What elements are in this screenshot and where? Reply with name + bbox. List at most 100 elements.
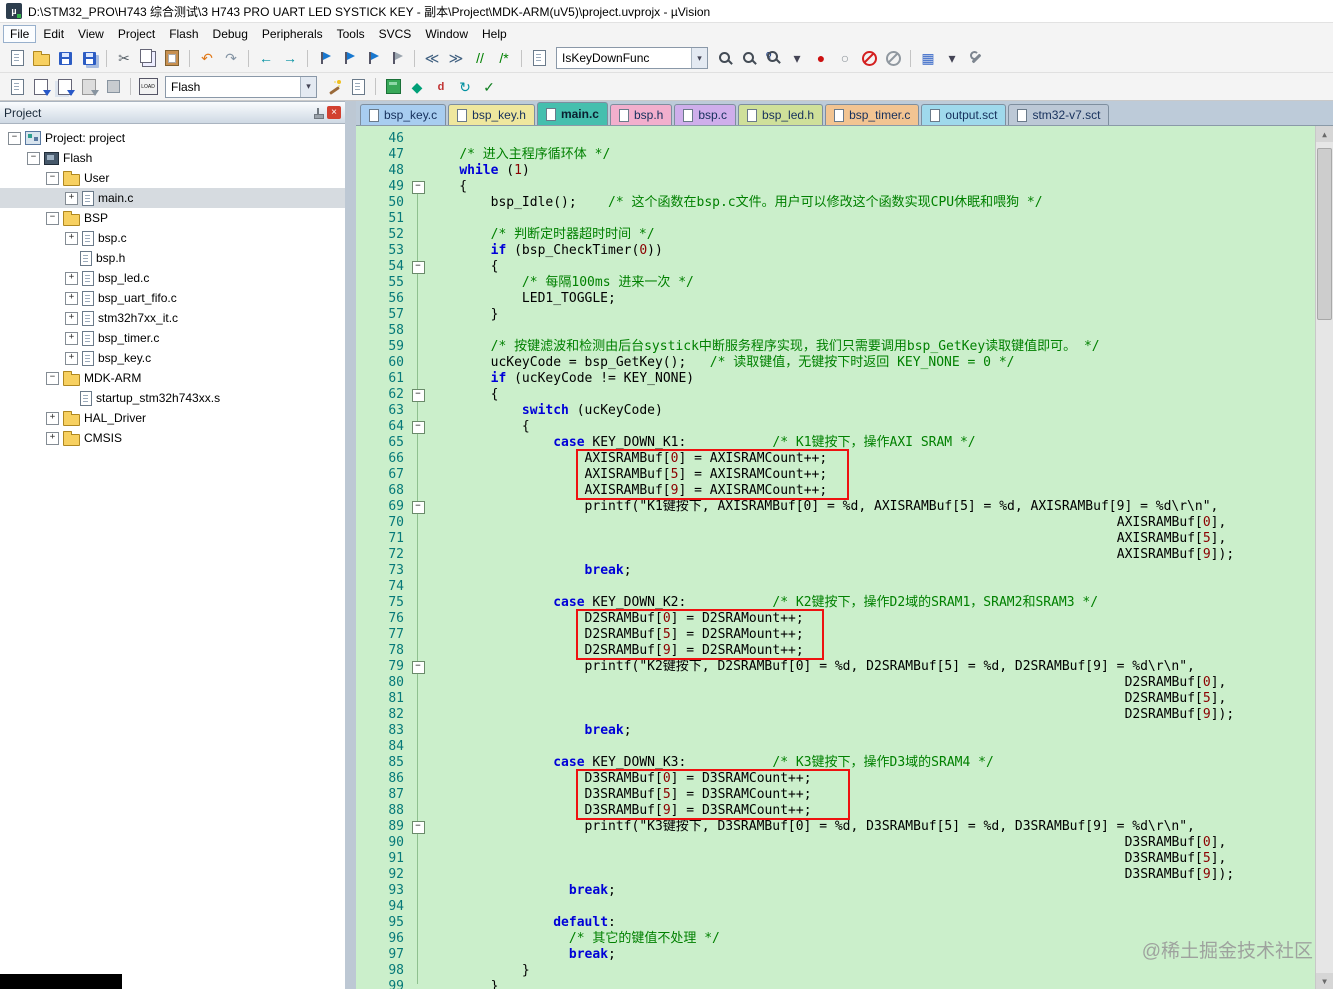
function-navigator-combobox[interactable]: IsKeyDownFunc ▾ <box>556 47 708 69</box>
find-in-files-icon[interactable] <box>714 48 736 68</box>
menu-help[interactable]: Help <box>475 25 514 43</box>
tree-item-mdk-arm[interactable]: − MDK-ARM <box>0 368 345 388</box>
new-file-icon[interactable] <box>6 48 28 68</box>
bookmark-prev-icon[interactable] <box>338 48 360 68</box>
dropdown-arrow-icon[interactable]: ▾ <box>300 76 316 97</box>
cut-icon[interactable]: ✂ <box>113 48 135 68</box>
fold-collapse-icon[interactable]: − <box>411 660 425 674</box>
expand-icon[interactable]: + <box>46 411 59 425</box>
tab-bsp-h[interactable]: bsp.h <box>609 104 673 125</box>
tree-item-bsp-h[interactable]: bsp.h <box>0 248 345 268</box>
expand-icon[interactable]: + <box>65 351 78 365</box>
tree-item-bsp-c[interactable]: + bsp.c <box>0 228 345 248</box>
menu-svcs[interactable]: SVCS <box>372 25 419 43</box>
file-extensions-icon[interactable] <box>347 77 369 97</box>
tree-item-bsp-key-c[interactable]: + bsp_key.c <box>0 348 345 368</box>
close-panel-icon[interactable]: × <box>327 106 341 119</box>
build-icon[interactable] <box>30 77 52 97</box>
tree-item-project-project[interactable]: − Project: project <box>0 128 345 148</box>
tree-item-main-c[interactable]: + main.c <box>0 188 345 208</box>
start-debug-icon[interactable]: d <box>430 77 452 97</box>
undo-icon[interactable]: ↶ <box>196 48 218 68</box>
scroll-up-icon[interactable]: ▲ <box>1316 126 1333 142</box>
tree-item-cmsis[interactable]: + CMSIS <box>0 428 345 448</box>
indent-icon[interactable]: ≫ <box>445 48 467 68</box>
kill-all-breakpoints-icon[interactable] <box>858 48 880 68</box>
open-folder-icon[interactable] <box>30 48 52 68</box>
tab-main-c[interactable]: main.c <box>536 102 608 125</box>
current-function-icon[interactable] <box>528 48 550 68</box>
tab-bsp-key-h[interactable]: bsp_key.h <box>448 104 535 125</box>
save-icon[interactable] <box>54 48 76 68</box>
editor-vertical-scrollbar[interactable]: ▲ ▼ <box>1315 126 1333 989</box>
expand-icon[interactable]: + <box>46 431 59 445</box>
collapse-icon[interactable]: − <box>46 171 59 185</box>
tree-item-user[interactable]: − User <box>0 168 345 188</box>
redo-icon[interactable]: ↷ <box>220 48 242 68</box>
scrollbar-thumb[interactable] <box>1317 148 1332 320</box>
fold-collapse-icon[interactable]: − <box>411 260 425 274</box>
download-icon[interactable]: LOAD <box>137 77 159 97</box>
expand-icon[interactable]: + <box>65 291 78 305</box>
tab-bsp-led-h[interactable]: bsp_led.h <box>738 104 824 125</box>
paste-icon[interactable] <box>161 48 183 68</box>
fold-collapse-icon[interactable]: − <box>411 180 425 194</box>
refresh-icon[interactable]: ↻ <box>454 77 476 97</box>
tree-item-flash[interactable]: − Flash <box>0 148 345 168</box>
menu-flash[interactable]: Flash <box>162 25 205 43</box>
expand-icon[interactable]: + <box>65 191 78 205</box>
tab-bsp-c[interactable]: bsp.c <box>674 104 737 125</box>
tree-item-startup-stm32h743xx-s[interactable]: startup_stm32h743xx.s <box>0 388 345 408</box>
fold-collapse-icon[interactable]: − <box>411 420 425 434</box>
fold-collapse-icon[interactable]: − <box>411 500 425 514</box>
fold-collapse-icon[interactable]: − <box>411 388 425 402</box>
tab-bsp-timer-c[interactable]: bsp_timer.c <box>825 104 920 125</box>
pack-installer-icon[interactable] <box>382 77 404 97</box>
fold-collapse-icon[interactable]: − <box>411 820 425 834</box>
menu-window[interactable]: Window <box>418 25 475 43</box>
unindent-icon[interactable]: ≪ <box>421 48 443 68</box>
target-select-combobox[interactable]: Flash ▾ <box>165 75 317 98</box>
toggle-breakpoint-icon[interactable]: ● <box>810 48 832 68</box>
configure-icon[interactable] <box>965 48 987 68</box>
comment-icon[interactable]: // <box>469 48 491 68</box>
incremental-find-icon[interactable]: Q <box>762 48 784 68</box>
translate-icon[interactable] <box>6 77 28 97</box>
batch-build-icon[interactable] <box>78 77 100 97</box>
stop-build-icon[interactable] <box>102 77 124 97</box>
expand-icon[interactable]: + <box>65 331 78 345</box>
menu-project[interactable]: Project <box>111 25 162 43</box>
menu-file[interactable]: File <box>3 24 37 43</box>
collapse-icon[interactable]: − <box>8 131 21 145</box>
tree-item-hal-driver[interactable]: + HAL_Driver <box>0 408 345 428</box>
tab-stm32-v7-sct[interactable]: stm32-v7.sct <box>1008 104 1110 125</box>
enable-disable-breakpoint-icon[interactable]: ○ <box>834 48 856 68</box>
menu-debug[interactable]: Debug <box>206 25 255 43</box>
collapse-icon[interactable]: − <box>46 211 59 225</box>
save-all-icon[interactable] <box>78 48 100 68</box>
uncomment-icon[interactable]: /* <box>493 48 515 68</box>
find-icon[interactable] <box>738 48 760 68</box>
menu-view[interactable]: View <box>71 25 111 43</box>
bookmark-toggle-icon[interactable] <box>314 48 336 68</box>
tree-item-bsp-uart-fifo-c[interactable]: + bsp_uart_fifo.c <box>0 288 345 308</box>
copy-icon[interactable] <box>137 48 159 68</box>
dropdown-arrow-icon[interactable]: ▾ <box>691 48 707 68</box>
find-dropdown-arrow-icon[interactable]: ▾ <box>786 48 808 68</box>
ok-icon[interactable]: ✓ <box>478 77 500 97</box>
bookmark-clear-all-icon[interactable] <box>386 48 408 68</box>
menu-edit[interactable]: Edit <box>36 25 71 43</box>
menu-peripherals[interactable]: Peripherals <box>255 25 330 43</box>
tree-item-bsp-led-c[interactable]: + bsp_led.c <box>0 268 345 288</box>
window-layout-icon[interactable]: ▦ <box>917 48 939 68</box>
expand-icon[interactable]: + <box>65 311 78 325</box>
tab-bsp-key-c[interactable]: bsp_key.c <box>360 104 447 125</box>
tree-item-bsp-timer-c[interactable]: + bsp_timer.c <box>0 328 345 348</box>
disable-all-breakpoints-icon[interactable] <box>882 48 904 68</box>
window-layout-dropdown-icon[interactable]: ▾ <box>941 48 963 68</box>
code-editor[interactable]: ▲ ▼ 46 47 /* 进入主程序循环体 */48 while (1) 49− {… <box>356 126 1333 989</box>
rebuild-icon[interactable] <box>54 77 76 97</box>
nav-forward-icon[interactable]: → <box>279 48 301 68</box>
expand-icon[interactable]: + <box>65 231 78 245</box>
collapse-icon[interactable]: − <box>27 151 40 165</box>
